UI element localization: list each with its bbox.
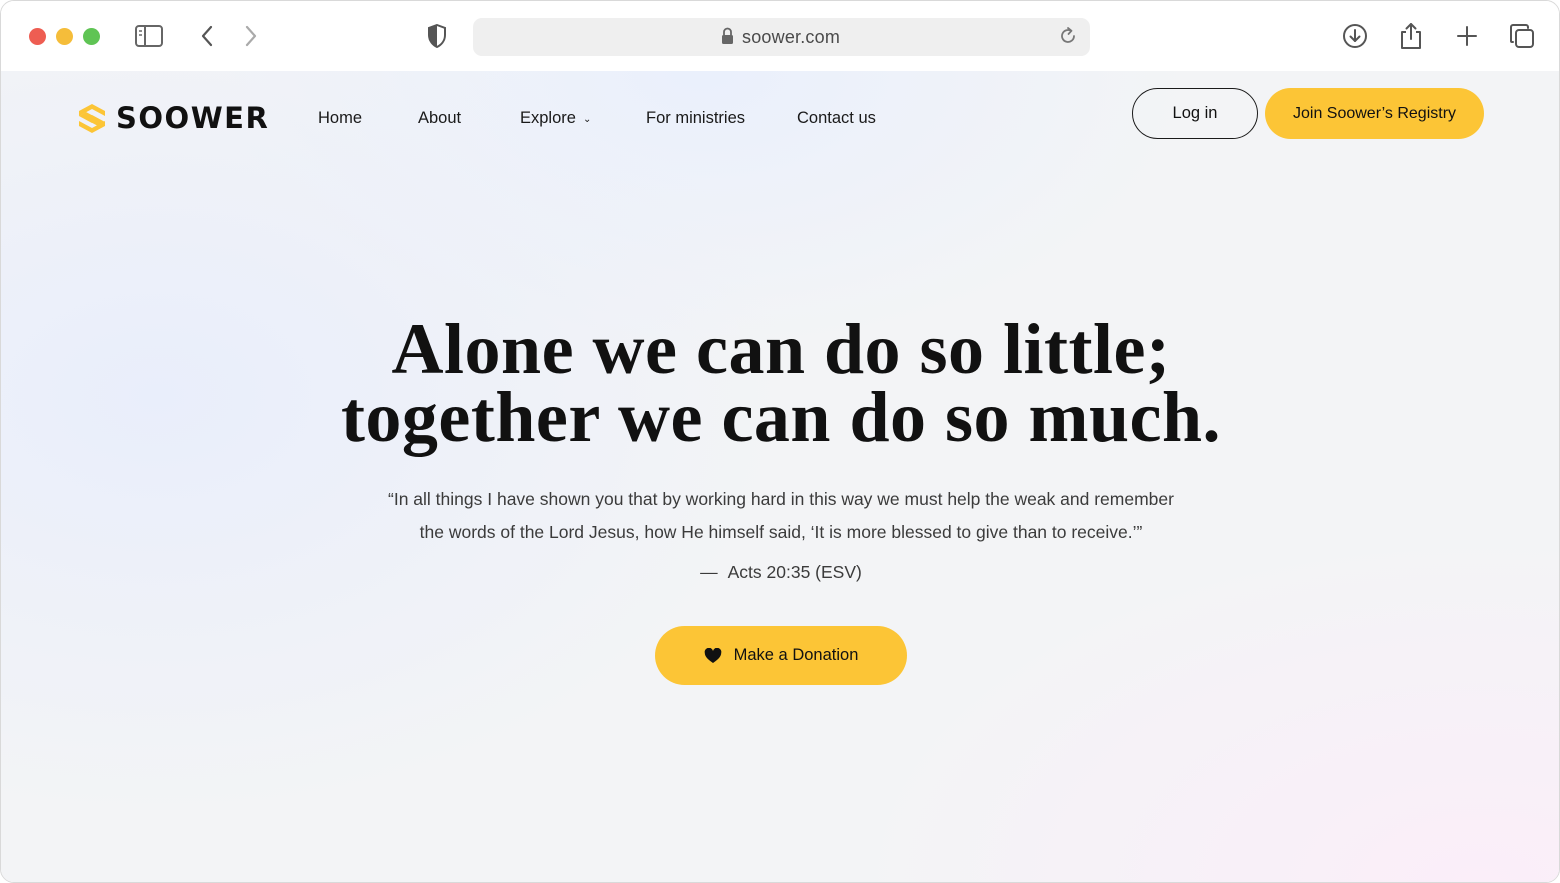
page-content: SOOWER Home About Explore ⌄ For ministrie… [1, 71, 1559, 882]
make-donation-label: Make a Donation [733, 646, 859, 664]
new-tab-icon[interactable] [1452, 21, 1482, 51]
citation-text: Acts 20:35 (ESV) [727, 562, 862, 582]
lock-icon [721, 27, 734, 50]
nav-item-explore-label: Explore [520, 109, 576, 127]
tab-overview-icon[interactable] [1507, 21, 1537, 51]
window-controls [29, 28, 100, 45]
privacy-shield-icon[interactable] [422, 21, 452, 51]
nav-item-about[interactable]: About [418, 109, 461, 128]
heart-icon [704, 647, 721, 663]
share-icon[interactable] [1396, 21, 1426, 51]
close-window-button[interactable] [29, 28, 46, 45]
zoom-window-button[interactable] [83, 28, 100, 45]
site-logo[interactable]: SOOWER [77, 101, 269, 135]
hero-quote-line-1: “In all things I have shown you that by … [388, 489, 1174, 509]
join-registry-button[interactable]: Join Soower’s Registry [1265, 88, 1484, 139]
back-icon[interactable] [192, 21, 222, 51]
nav-item-for-ministries[interactable]: For ministries [646, 109, 745, 128]
nav-item-explore[interactable]: Explore ⌄ [520, 109, 591, 128]
nav-item-contact-us[interactable]: Contact us [797, 109, 876, 128]
reload-icon[interactable] [1058, 26, 1078, 51]
make-donation-button[interactable]: Make a Donation [655, 626, 907, 685]
soower-logo-icon [79, 104, 105, 133]
nav-item-home[interactable]: Home [318, 109, 362, 128]
url-text: soower.com [742, 27, 841, 47]
minimize-window-button[interactable] [56, 28, 73, 45]
address-bar[interactable]: soower.com [473, 18, 1090, 56]
hero-quote: “In all things I have shown you that by … [331, 483, 1231, 549]
login-button[interactable]: Log in [1132, 88, 1258, 139]
hero-title-line-2: together we can do so much. [340, 377, 1222, 457]
hero-citation: — Acts 20:35 (ESV) [1, 562, 1559, 583]
logo-text: SOOWER [116, 101, 270, 135]
download-icon[interactable] [1340, 21, 1370, 51]
chevron-down-icon: ⌄ [582, 114, 592, 125]
browser-toolbar: soower.com [1, 1, 1559, 71]
browser-window: soower.com SOOWER Home About Explore ⌄ F… [0, 0, 1560, 883]
forward-icon[interactable] [236, 21, 266, 51]
citation-dash: — [700, 562, 718, 582]
hero-title: Alone we can do so little; together we c… [1, 313, 1559, 453]
hero-quote-line-2: the words of the Lord Jesus, how He hims… [419, 522, 1143, 542]
sidebar-toggle-icon[interactable] [134, 21, 164, 51]
